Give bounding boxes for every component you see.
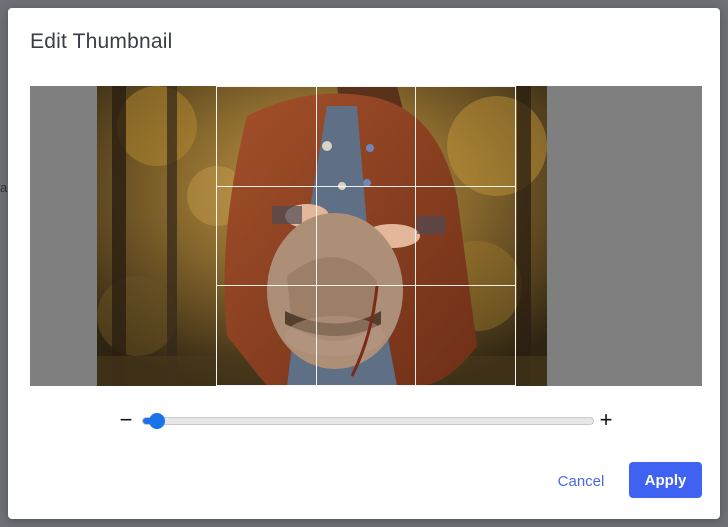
crop-grid-line [217, 285, 515, 286]
crop-selection-box[interactable] [216, 86, 516, 386]
crop-grid-line [316, 87, 317, 385]
cancel-button[interactable]: Cancel [552, 466, 610, 496]
background-text-fragment: a [0, 180, 8, 195]
zoom-in-icon[interactable]: + [598, 409, 614, 431]
dialog-title: Edit Thumbnail [30, 30, 173, 53]
zoom-out-icon[interactable]: − [118, 409, 134, 431]
edit-thumbnail-dialog: Edit Thumbnail − + Cancel Apply [8, 8, 720, 519]
crop-grid-line [217, 186, 515, 187]
crop-area[interactable] [30, 86, 702, 386]
crop-grid-line [415, 87, 416, 385]
zoom-slider[interactable] [142, 413, 594, 429]
zoom-control: − + [118, 409, 614, 433]
apply-button[interactable]: Apply [629, 462, 702, 498]
zoom-slider-thumb[interactable] [149, 413, 165, 429]
